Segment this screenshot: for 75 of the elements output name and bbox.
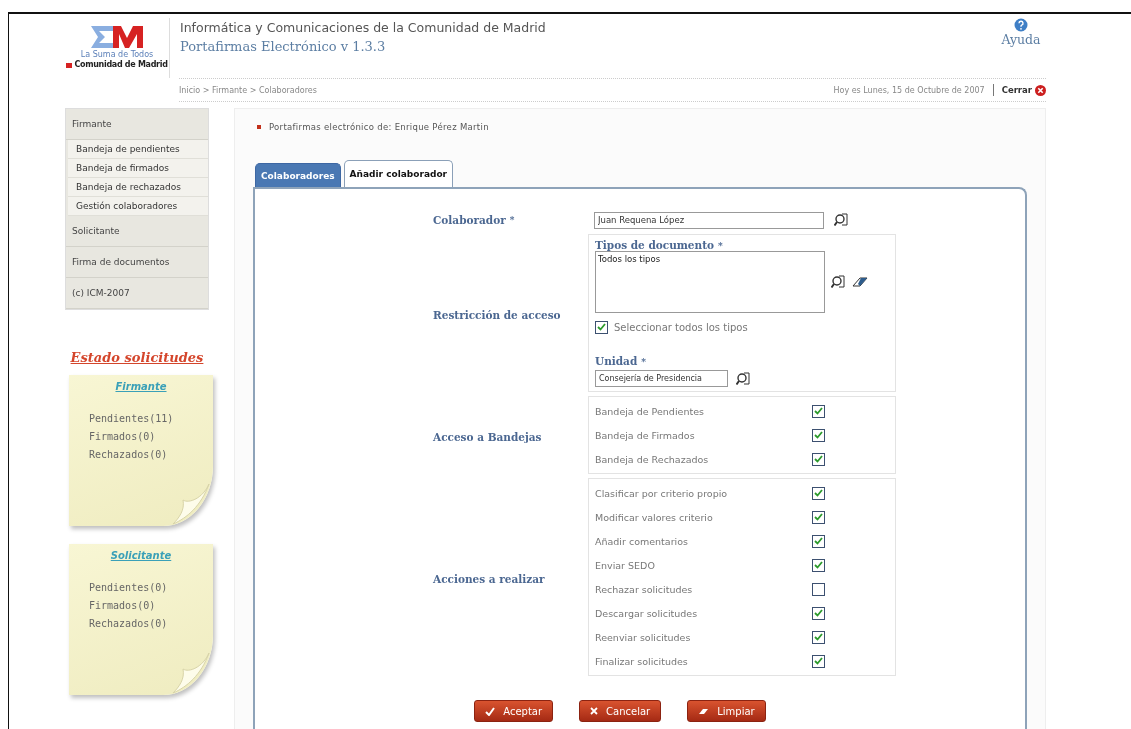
check-icon [485, 706, 496, 716]
bullet-icon [257, 125, 261, 129]
checkbox-label: Añadir comentarios [595, 535, 689, 547]
logo-icon [89, 24, 145, 50]
action-button[interactable]: Cancelar [579, 700, 662, 722]
logo-tagline: La Suma de Todos [80, 50, 154, 60]
app-title: Portafirmas Electrónico v 1.3.3 [180, 39, 387, 54]
menu-item[interactable]: Bandeja de rechazados [68, 178, 208, 197]
status-title: Estado solicitudes [70, 350, 204, 365]
checkbox-label: Enviar SEDO [595, 559, 656, 571]
checkbox[interactable] [812, 428, 825, 442]
checkbox-label: Bandeja de Rechazados [595, 453, 710, 465]
close-icon[interactable] [1035, 84, 1046, 96]
menu-item[interactable]: Gestión colaboradores [68, 197, 208, 216]
note-item[interactable]: Rechazados(0) [89, 615, 213, 633]
owner-text: Portafirmas electrónico de: Enrique Pérez Martin [269, 122, 489, 132]
note-title: Firmante [115, 381, 167, 392]
checkbox-label: Descargar solicitudes [595, 607, 699, 619]
checkbox-label: Bandeja de Pendientes [595, 405, 705, 417]
note-title: Solicitante [110, 550, 172, 561]
menu-section[interactable]: Firma de documentos [66, 247, 208, 278]
checkbox-label: Clasificar por criterio propio [595, 487, 729, 499]
checkbox[interactable] [595, 320, 608, 334]
checkbox[interactable] [812, 510, 825, 524]
checkbox[interactable] [812, 654, 825, 668]
collaborator-field[interactable]: Juan Requena López [594, 211, 824, 229]
checkbox[interactable] [812, 534, 825, 548]
field-label: Acciones a realizar [432, 572, 546, 587]
search-icon[interactable] [834, 213, 849, 227]
org-title: Informática y Comunicaciones de la Comunidad de Madrid [180, 20, 547, 35]
field-label: Tipos de documento * [595, 239, 724, 251]
checkbox-label: Reenviar solicitudes [595, 631, 692, 643]
note-item[interactable]: Pendientes(11) [89, 410, 213, 428]
menu-section[interactable]: (c) ICM-2007 [66, 278, 208, 309]
help-icon[interactable] [1014, 18, 1028, 32]
menu-item[interactable]: Bandeja de pendientes [68, 140, 208, 159]
note-item[interactable]: Firmados(0) [89, 428, 213, 446]
breadcrumb: Inicio > Firmante > Colaboradores [179, 85, 317, 95]
checkbox[interactable] [812, 630, 825, 644]
close-link[interactable]: Cerrar [1001, 84, 1046, 96]
note-item[interactable]: Pendientes(0) [89, 579, 213, 597]
checkbox[interactable] [812, 404, 825, 418]
unit-field[interactable]: Consejería de Presidencia [595, 370, 728, 387]
checkbox-label: Rechazar solicitudes [595, 583, 694, 595]
checkbox[interactable] [812, 486, 825, 500]
close-icon [590, 707, 599, 715]
eraser-icon [698, 706, 710, 716]
action-button[interactable]: Aceptar [474, 700, 554, 722]
field-label: Unidad * [595, 355, 647, 367]
tab[interactable]: Añadir colaborador [343, 160, 454, 187]
help-link[interactable]: Ayuda [1001, 32, 1041, 47]
checkbox-label: Finalizar solicitudes [595, 655, 689, 667]
note-item[interactable]: Rechazados(0) [89, 446, 213, 464]
action-button[interactable]: Limpiar [687, 700, 766, 722]
search-icon[interactable] [736, 371, 751, 386]
field-label: Colaborador * [432, 213, 516, 228]
logo-org: Comunidad de Madrid [66, 60, 168, 70]
search-icon[interactable] [831, 275, 846, 289]
field-label: Acceso a Bandejas [432, 430, 543, 445]
tab[interactable]: Colaboradores [255, 163, 341, 187]
checkbox[interactable] [812, 606, 825, 620]
checkbox-label: Modificar valores criterio [595, 511, 714, 523]
menu-item[interactable]: Bandeja de firmados [68, 159, 208, 178]
date-text: Hoy es Lunes, 15 de Octubre de 2007 [833, 85, 985, 95]
flag-icon [66, 62, 73, 68]
checkbox-label: Seleccionar todos los tipos [614, 321, 748, 333]
eraser-icon[interactable] [852, 275, 868, 289]
document-types-field[interactable]: Todos los tipos [595, 251, 825, 313]
checkbox[interactable] [812, 558, 825, 572]
menu-section[interactable]: Solicitante [66, 216, 208, 247]
checkbox[interactable] [812, 582, 825, 596]
checkbox-label: Bandeja de Firmados [595, 429, 696, 441]
note-item[interactable]: Firmados(0) [89, 597, 213, 615]
field-label: Restricción de acceso [432, 308, 562, 323]
checkbox[interactable] [812, 452, 825, 466]
